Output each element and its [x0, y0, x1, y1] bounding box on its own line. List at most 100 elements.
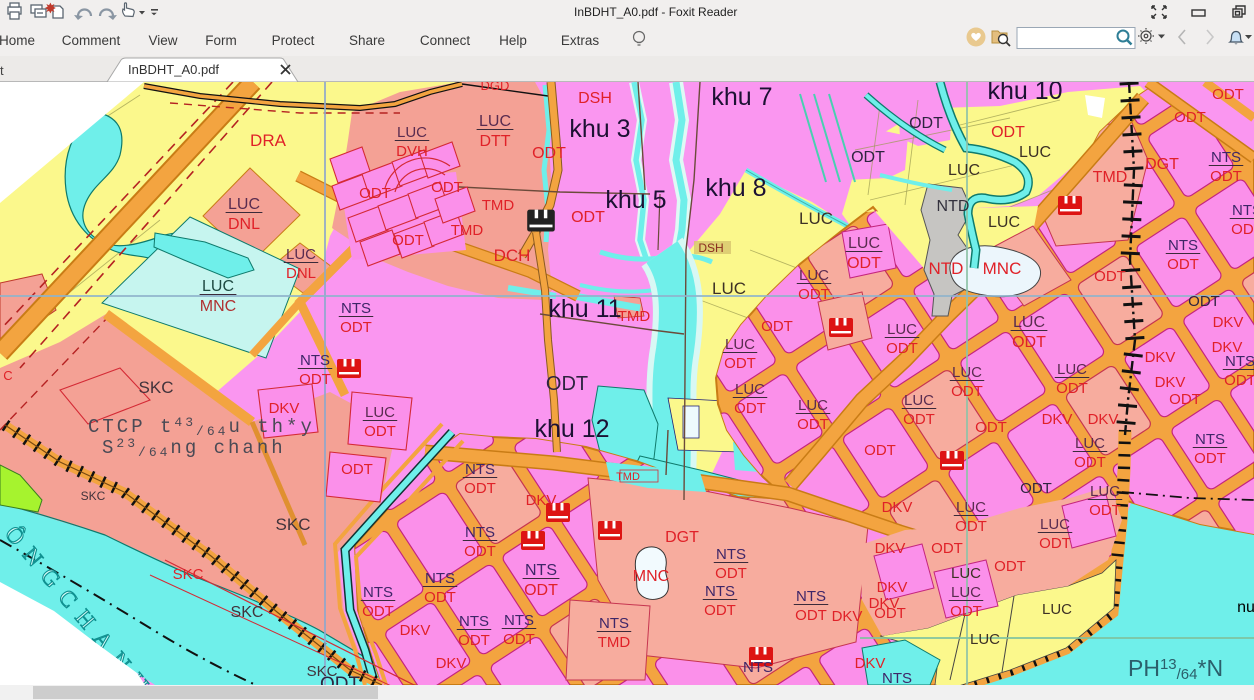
svg-text:ODT: ODT — [931, 540, 963, 557]
svg-text:TMD: TMD — [451, 222, 484, 239]
svg-text:LUC: LUC — [286, 246, 316, 263]
svg-text:ODT: ODT — [359, 185, 391, 202]
svg-text:DKV: DKV — [869, 595, 900, 612]
svg-text:LUC: LUC — [725, 336, 755, 353]
svg-text:NTS: NTS — [504, 612, 534, 629]
svg-text:ODT: ODT — [704, 602, 736, 619]
svg-text:NTS: NTS — [1195, 431, 1225, 448]
svg-text:LUC: LUC — [988, 214, 1020, 231]
svg-text:TMD: TMD — [482, 197, 515, 214]
svg-text:DKV: DKV — [436, 655, 467, 672]
svg-text:ODT: ODT — [1169, 391, 1201, 408]
svg-text:LUC: LUC — [1042, 601, 1072, 618]
svg-text:DGD: DGD — [481, 82, 510, 93]
svg-text:LUC: LUC — [1090, 483, 1120, 500]
svg-text:NTS: NTS — [1232, 202, 1254, 219]
svg-text:TMD: TMD — [618, 308, 651, 325]
svg-text:ODT: ODT — [1089, 502, 1121, 519]
svg-text:ODT: ODT — [724, 355, 756, 372]
svg-text:LUC: LUC — [951, 565, 981, 582]
svg-text:NTS: NTS — [425, 570, 455, 587]
svg-text:khu 11: khu 11 — [548, 295, 621, 323]
svg-text:khu 8: khu 8 — [705, 174, 766, 202]
svg-text:LUC: LUC — [1013, 314, 1045, 331]
svg-text:DKV: DKV — [1145, 349, 1176, 366]
svg-text:ODT: ODT — [851, 149, 885, 166]
svg-text:DKV: DKV — [1042, 411, 1073, 428]
svg-text:LUC: LUC — [712, 279, 746, 298]
svg-text:DGT: DGT — [1145, 156, 1179, 173]
svg-text:LUC: LUC — [228, 196, 260, 213]
svg-text:nu: nu — [1237, 599, 1254, 616]
svg-text:khu 10: khu 10 — [987, 82, 1062, 105]
svg-text:NTS: NTS — [796, 588, 826, 605]
svg-text:ODT: ODT — [994, 558, 1026, 575]
svg-text:ODT: ODT — [950, 603, 982, 620]
svg-text:C: C — [3, 368, 12, 383]
svg-text:DCH: DCH — [494, 246, 531, 265]
svg-text:ODT: ODT — [341, 461, 373, 478]
svg-text:MNC: MNC — [633, 568, 669, 585]
svg-text:ODT: ODT — [761, 318, 793, 335]
svg-text:SKC: SKC — [276, 515, 311, 534]
svg-text:DKV: DKV — [269, 400, 300, 417]
svg-text:DNL: DNL — [228, 216, 260, 233]
svg-text:DRA: DRA — [250, 131, 287, 150]
svg-text:DKV: DKV — [1155, 374, 1186, 391]
svg-text:LUC: LUC — [735, 381, 765, 398]
svg-text:LUC: LUC — [799, 209, 833, 228]
svg-text:SKC: SKC — [173, 566, 204, 583]
svg-text:LUC: LUC — [1075, 435, 1105, 452]
svg-text:ODT: ODT — [1074, 454, 1106, 471]
svg-text:khu 3: khu 3 — [569, 115, 630, 143]
svg-text:NTS: NTS — [525, 562, 557, 579]
svg-text:ODT: ODT — [951, 383, 983, 400]
svg-text:DKV: DKV — [1213, 314, 1244, 331]
svg-text:NTS: NTS — [743, 659, 773, 676]
svg-text:ODT: ODT — [1194, 450, 1226, 467]
svg-text:NTS: NTS — [716, 546, 746, 563]
svg-text:NTD: NTD — [929, 259, 964, 278]
svg-text:khu 5: khu 5 — [605, 186, 666, 214]
svg-text:LUC: LUC — [799, 267, 829, 284]
svg-text:DGT: DGT — [665, 529, 699, 546]
svg-text:DKV: DKV — [882, 499, 913, 516]
svg-text:DTT: DTT — [479, 133, 510, 150]
svg-text:ODT: ODT — [798, 286, 830, 303]
svg-text:TMD: TMD — [598, 634, 631, 651]
svg-text:NTS: NTS — [341, 300, 371, 317]
svg-text:LUC: LUC — [1040, 516, 1070, 533]
svg-text:ODT: ODT — [795, 607, 827, 624]
svg-text:LUC: LUC — [904, 392, 934, 409]
svg-text:NTS: NTS — [1225, 353, 1254, 370]
svg-text:DKV: DKV — [1088, 411, 1119, 428]
svg-text:DVH: DVH — [396, 143, 428, 160]
svg-text:ODT: ODT — [734, 400, 766, 417]
svg-text:ODT: ODT — [1020, 480, 1052, 497]
svg-text:NTS: NTS — [465, 461, 495, 478]
svg-text:ODT: ODT — [1231, 221, 1254, 238]
svg-text:ODT: ODT — [1012, 334, 1046, 351]
svg-text:ODT: ODT — [1224, 372, 1254, 389]
svg-text:ODT: ODT — [864, 442, 896, 459]
svg-text:ODT: ODT — [458, 632, 490, 649]
svg-text:ODT: ODT — [1174, 109, 1206, 126]
svg-text:DKV: DKV — [526, 492, 557, 509]
svg-text:ODT: ODT — [991, 124, 1025, 141]
svg-text:LUC: LUC — [848, 235, 880, 252]
svg-text:DKV: DKV — [875, 540, 906, 557]
svg-text:SKC: SKC — [139, 378, 174, 397]
svg-text:NTS: NTS — [599, 615, 629, 632]
svg-text:ODT: ODT — [503, 631, 535, 648]
svg-text:ODT: ODT — [362, 603, 394, 620]
svg-text:NTS: NTS — [705, 583, 735, 600]
svg-text:ODT: ODT — [424, 589, 456, 606]
svg-text:ODT: ODT — [571, 209, 605, 226]
svg-text:ODT: ODT — [340, 319, 372, 336]
svg-text:ODT: ODT — [464, 480, 496, 497]
svg-text:ODT: ODT — [532, 145, 566, 162]
svg-text:NTS: NTS — [363, 584, 393, 601]
svg-text:NTS: NTS — [882, 670, 912, 685]
svg-text:LUC: LUC — [365, 404, 395, 421]
svg-text:DSH: DSH — [698, 241, 723, 255]
